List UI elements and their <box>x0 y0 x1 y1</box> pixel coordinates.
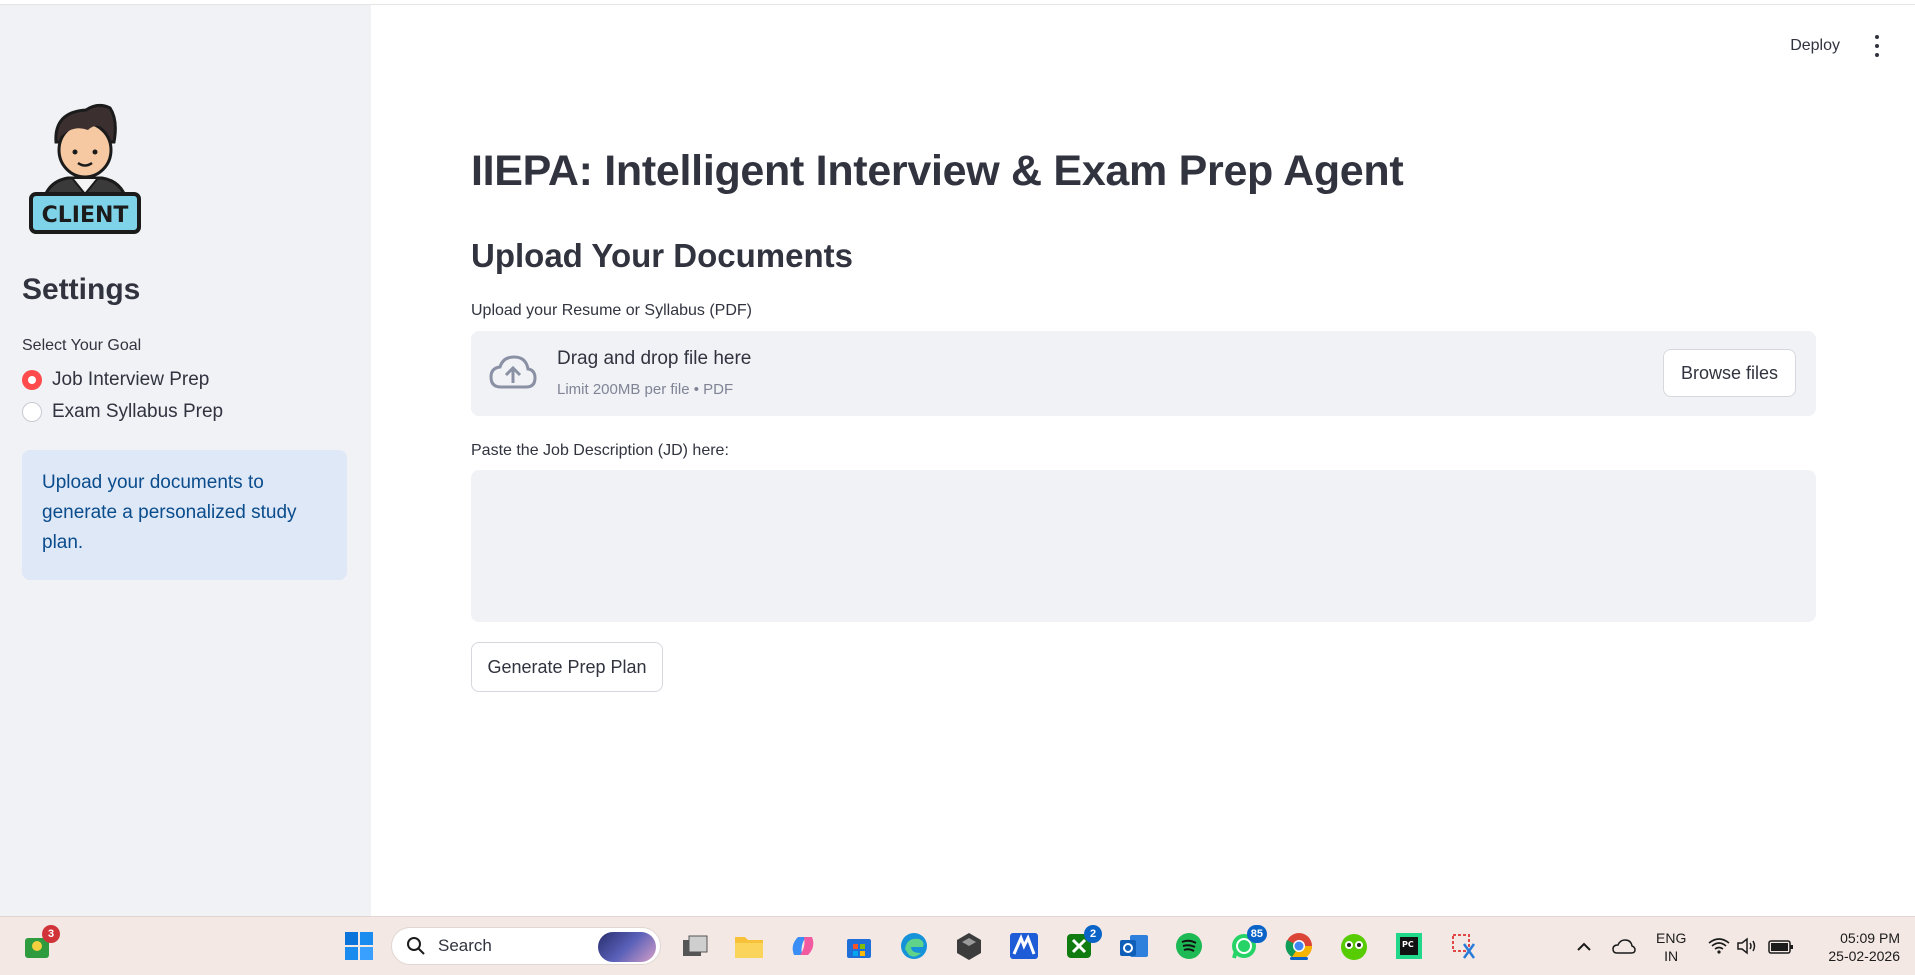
main-content: Deploy IIEPA: Intelligent Interview & Ex… <box>371 5 1915 916</box>
clock-time: 05:09 PM <box>1840 930 1900 946</box>
client-logo: CLIENT <box>28 100 142 235</box>
search-highlight-image <box>598 932 656 962</box>
generate-prep-plan-button[interactable]: Generate Prep Plan <box>471 642 663 692</box>
whatsapp-badge: 85 <box>1246 925 1267 943</box>
cloud-upload-icon <box>489 355 537 389</box>
svg-text:PC: PC <box>1402 940 1414 949</box>
page-title: IIEPA: Intelligent Interview & Exam Prep… <box>471 147 1404 195</box>
taskbar-search[interactable]: Search <box>391 927 661 965</box>
app-m-icon[interactable] <box>1007 929 1041 963</box>
duolingo-icon[interactable] <box>1337 929 1371 963</box>
radio-unselected-icon <box>22 402 42 422</box>
radio-selected-icon <box>22 370 42 390</box>
file-dropzone[interactable]: Drag and drop file here Limit 200MB per … <box>471 331 1816 416</box>
jd-textarea[interactable] <box>471 470 1816 622</box>
jd-label: Paste the Job Description (JD) here: <box>471 442 729 459</box>
copilot-icon[interactable] <box>786 929 820 963</box>
edge-icon[interactable] <box>897 929 931 963</box>
deploy-button[interactable]: Deploy <box>1790 37 1840 55</box>
taskbar: 3 Search 2 85 PC ENG IN 05:09 PM 25-02-2… <box>0 916 1915 975</box>
microsoft-store-icon[interactable] <box>842 929 876 963</box>
radio-label: Exam Syllabus Prep <box>52 401 224 422</box>
upload-label: Upload your Resume or Syllabus (PDF) <box>471 302 752 319</box>
whatsapp-icon[interactable]: 85 <box>1227 925 1267 963</box>
pycharm-icon[interactable]: PC <box>1392 929 1426 963</box>
dropzone-limit: Limit 200MB per file • PDF <box>557 381 734 398</box>
radio-label: Job Interview Prep <box>52 369 210 390</box>
onedrive-icon[interactable] <box>1607 929 1641 963</box>
lang-top: ENG <box>1656 930 1687 946</box>
active-indicator <box>1290 957 1308 960</box>
spotify-icon[interactable] <box>1172 929 1206 963</box>
xbox-icon[interactable]: 2 <box>1062 925 1102 963</box>
file-explorer-icon[interactable] <box>732 929 766 963</box>
search-label: Search <box>438 936 492 955</box>
settings-title: Settings <box>22 273 141 306</box>
info-box: Upload your documents to generate a pers… <box>22 450 347 580</box>
section-title: Upload Your Documents <box>471 237 853 274</box>
clock-date: 25-02-2026 <box>1828 948 1900 964</box>
svg-text:CLIENT: CLIENT <box>42 203 129 228</box>
battery-icon[interactable] <box>1764 929 1798 963</box>
app-cube-icon[interactable] <box>952 929 986 963</box>
dropzone-title: Drag and drop file here <box>557 348 752 369</box>
task-view-icon[interactable] <box>678 929 712 963</box>
sidebar: CLIENT Settings Select Your Goal Job Int… <box>0 5 371 916</box>
more-menu-icon[interactable] <box>1869 35 1885 57</box>
widgets-badge: 3 <box>42 925 60 943</box>
lang-bottom: IN <box>1664 948 1679 964</box>
xbox-badge: 2 <box>1084 925 1102 943</box>
snipping-tool-icon[interactable] <box>1447 929 1481 963</box>
widgets-icon[interactable]: 3 <box>20 925 60 963</box>
radio-job-interview-prep[interactable]: Job Interview Prep <box>22 369 209 391</box>
chevron-up-icon[interactable] <box>1567 929 1601 963</box>
browse-files-button[interactable]: Browse files <box>1663 349 1796 397</box>
clock[interactable]: 05:09 PM 25-02-2026 <box>1810 929 1900 965</box>
outlook-icon[interactable] <box>1117 929 1151 963</box>
search-icon <box>407 937 425 955</box>
start-icon[interactable] <box>342 929 376 963</box>
volume-icon[interactable] <box>1730 929 1764 963</box>
goal-label: Select Your Goal <box>22 337 142 354</box>
chrome-icon[interactable] <box>1282 929 1316 963</box>
radio-exam-syllabus-prep[interactable]: Exam Syllabus Prep <box>22 401 223 423</box>
language-indicator[interactable]: ENG IN <box>1656 929 1686 965</box>
